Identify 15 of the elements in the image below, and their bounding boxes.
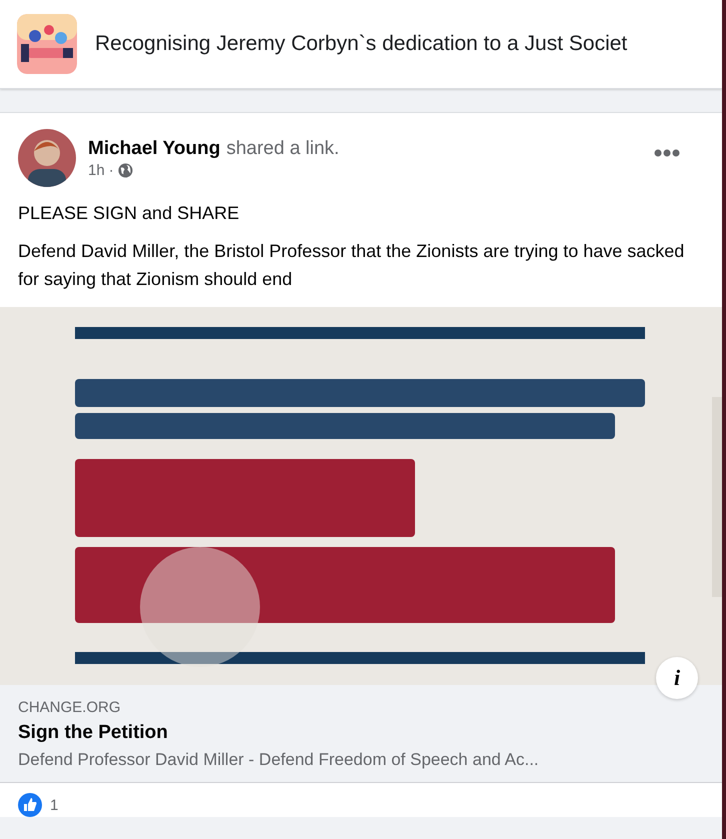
author-name[interactable]: Michael Young (88, 138, 220, 160)
more-options-icon[interactable] (654, 149, 680, 157)
post-text: Defend David Miller, the Bristol Professor that the Zionists are trying to have sacked for saying that Zionism should end (18, 240, 686, 291)
link-description: Defend Professor David Miller - Defend Freedom of Speech and Ac... (18, 750, 540, 770)
post-action: shared a link. (226, 138, 340, 160)
separator: · (108, 162, 114, 178)
globe-icon (118, 162, 133, 178)
like-icon[interactable] (18, 793, 42, 817)
reaction-count[interactable]: 1 (50, 796, 58, 814)
link-title[interactable]: Sign the Petition (18, 722, 704, 744)
link-domain: CHANGE.ORG (18, 699, 122, 716)
post-text: PLEASE SIGN and SHARE (18, 202, 240, 225)
group-icon[interactable] (17, 14, 77, 74)
post-time[interactable]: 1h (88, 162, 105, 178)
group-title[interactable]: Recognising Jeremy Corbyn`s dedication to a Just Societ (95, 32, 628, 56)
